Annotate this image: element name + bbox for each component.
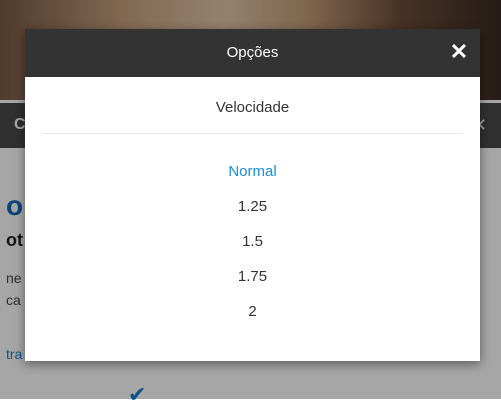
close-icon[interactable]: ✕ [448, 41, 470, 63]
modal-header: Opções ✕ [25, 29, 480, 77]
divider [43, 133, 462, 134]
speed-option-1-25[interactable]: 1.25 [25, 197, 480, 232]
speed-options-list: Normal 1.25 1.5 1.75 2 [25, 162, 480, 337]
speed-section-title: Velocidade [215, 99, 290, 116]
speed-option-2[interactable]: 2 [25, 302, 480, 337]
options-modal: Opções ✕ Velocidade Normal 1.25 1.5 1.75… [25, 29, 480, 361]
speed-option-normal[interactable]: Normal [25, 162, 480, 197]
modal-title: Opções [226, 44, 279, 61]
speed-option-1-75[interactable]: 1.75 [25, 267, 480, 302]
speed-option-1-5[interactable]: 1.5 [25, 232, 480, 267]
